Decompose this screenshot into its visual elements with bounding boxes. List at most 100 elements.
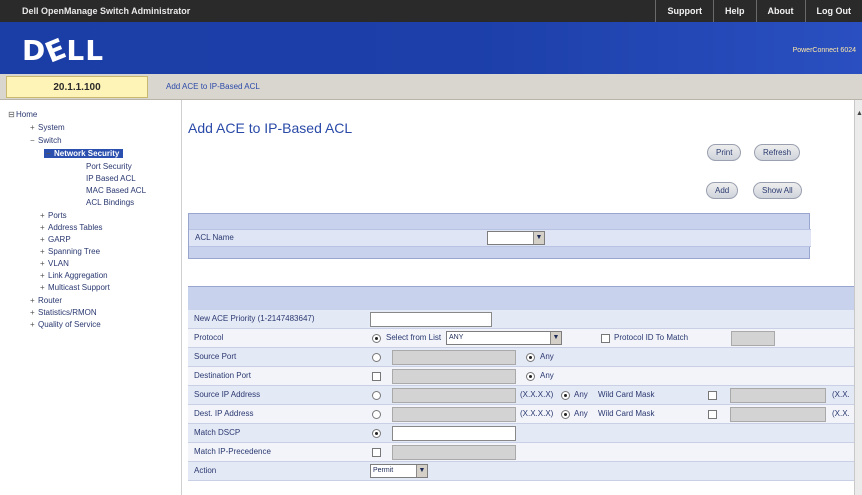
expand-icon: + [30, 320, 35, 329]
expand-icon: + [40, 283, 45, 292]
dest-ip-mask-hint: (X.X. [832, 409, 850, 418]
action-select[interactable]: Permit ▼ [370, 464, 428, 478]
dest-ip-hint: (X.X.X.X) [520, 409, 554, 418]
tree-address-tables[interactable]: + Address Tables [40, 223, 103, 232]
tree-port-security-label: Port Security [86, 162, 132, 171]
show-all-button[interactable]: Show All [753, 182, 802, 199]
acl-name-panel: ACL Name ▼ [188, 213, 811, 259]
row-action: Action Permit ▼ [188, 462, 860, 481]
add-button[interactable]: Add [706, 182, 739, 199]
folder-icon: ⊟ [8, 110, 15, 119]
dest-ip-wildcard-checkbox[interactable] [708, 410, 717, 419]
new-ace-priority-input[interactable] [370, 312, 492, 327]
tree-multicast-support-label: Multicast Support [48, 283, 110, 292]
tree-garp[interactable]: + GARP [40, 235, 71, 244]
tree-network-security[interactable]: − Network Security [44, 149, 124, 158]
tree-multicast-support[interactable]: + Multicast Support [40, 283, 110, 292]
main-content: Add ACE to IP-Based ACL Print Refresh Ad… [182, 100, 860, 495]
tree-system-label: System [38, 123, 65, 132]
source-ip-any-radio[interactable] [561, 391, 570, 400]
dest-ip-any-radio[interactable] [561, 410, 570, 419]
tree-ip-based-acl[interactable]: IP Based ACL [86, 174, 136, 183]
print-button[interactable]: Print [707, 144, 742, 161]
expand-icon: + [40, 271, 45, 280]
expand-icon: + [40, 247, 45, 256]
app-title: Dell OpenManage Switch Administrator [22, 6, 191, 16]
tree-link-aggregation-label: Link Aggregation [48, 271, 108, 280]
source-ip-any-label: Any [574, 390, 588, 399]
match-ip-precedence-radio[interactable] [372, 448, 381, 457]
row-source-ip: Source IP Address (X.X.X.X) Any Wild Car… [188, 386, 860, 405]
tree-router[interactable]: + Router [30, 296, 62, 305]
dest-ip-input[interactable] [392, 407, 516, 422]
expand-icon: + [40, 235, 45, 244]
tree-switch[interactable]: − Switch [30, 136, 62, 145]
tree-link-aggregation[interactable]: + Link Aggregation [40, 271, 108, 280]
source-port-input[interactable] [392, 350, 516, 365]
tree-ports[interactable]: + Ports [40, 211, 67, 220]
source-ip-wildcard-checkbox[interactable] [708, 391, 717, 400]
tree-quality-of-service[interactable]: + Quality of Service [30, 320, 101, 329]
tree-router-label: Router [38, 296, 63, 305]
protocol-select-from-list-radio[interactable] [372, 334, 381, 343]
row-destination-port: Destination Port Any [188, 367, 860, 386]
source-ip-label: Source IP Address [194, 390, 261, 399]
tree-port-security[interactable]: Port Security [86, 162, 132, 171]
device-ip: 20.1.1.100 [6, 76, 148, 98]
row-dest-ip: Dest. IP Address (X.X.X.X) Any Wild Card… [188, 405, 860, 424]
tree-address-tables-label: Address Tables [48, 223, 103, 232]
dest-ip-value-radio[interactable] [372, 410, 381, 419]
protocol-id-to-match-label: Protocol ID To Match [614, 333, 689, 342]
row-match-dscp: Match DSCP [188, 424, 860, 443]
tree-ip-based-acl-label: IP Based ACL [86, 174, 136, 183]
support-link[interactable]: Support [655, 0, 713, 22]
source-ip-wildcard-label: Wild Card Mask [598, 390, 655, 399]
breadcrumb: Add ACE to IP-Based ACL [166, 82, 260, 91]
protocol-id-checkbox[interactable] [601, 334, 610, 343]
dropdown-arrow-icon: ▼ [416, 465, 427, 477]
source-ip-value-radio[interactable] [372, 391, 381, 400]
page-title: Add ACE to IP-Based ACL [188, 120, 353, 136]
tree-spanning-tree[interactable]: + Spanning Tree [40, 247, 100, 256]
vertical-scrollbar[interactable]: ▲ [854, 100, 862, 495]
tree-switch-label: Switch [38, 136, 62, 145]
tree-system[interactable]: + System [30, 123, 65, 132]
help-link[interactable]: Help [712, 0, 756, 22]
source-ip-wildcard-input[interactable] [730, 388, 826, 403]
tree-mac-based-acl[interactable]: MAC Based ACL [86, 186, 146, 195]
acl-name-select[interactable]: ▼ [487, 231, 545, 245]
tree-statistics-rmon[interactable]: + Statistics/RMON [30, 308, 97, 317]
about-link[interactable]: About [755, 0, 805, 22]
protocol-label: Protocol [194, 333, 224, 342]
source-port-any-radio[interactable] [526, 353, 535, 362]
tree-ports-label: Ports [48, 211, 67, 220]
match-dscp-input[interactable] [392, 426, 516, 441]
destination-port-any-radio[interactable] [526, 372, 535, 381]
tree-acl-bindings[interactable]: ACL Bindings [86, 198, 134, 207]
protocol-select[interactable]: ANY ▼ [446, 331, 562, 345]
tree-statistics-rmon-label: Statistics/RMON [38, 308, 97, 317]
logout-link[interactable]: Log Out [804, 0, 862, 22]
tree-mac-based-acl-label: MAC Based ACL [86, 186, 147, 195]
match-ip-precedence-input[interactable] [392, 445, 516, 460]
source-ip-input[interactable] [392, 388, 516, 403]
row-source-port: Source Port Any [188, 348, 860, 367]
destination-port-label: Destination Port [194, 371, 251, 380]
expand-icon: + [30, 123, 35, 132]
destination-port-value-radio[interactable] [372, 372, 381, 381]
top-links: Support Help About Log Out [655, 0, 862, 22]
dest-ip-wildcard-input[interactable] [730, 407, 826, 422]
refresh-button[interactable]: Refresh [754, 144, 801, 161]
tree-vlan[interactable]: + VLAN [40, 259, 69, 268]
source-ip-hint: (X.X.X.X) [520, 390, 554, 399]
destination-port-input[interactable] [392, 369, 516, 384]
tree-quality-of-service-label: Quality of Service [38, 320, 101, 329]
dell-logo: DELL [22, 31, 105, 70]
row-protocol: Protocol Select from List ANY ▼ Protocol… [188, 329, 860, 348]
scroll-up-icon[interactable]: ▲ [856, 110, 862, 117]
match-dscp-radio[interactable] [372, 429, 381, 438]
source-port-value-radio[interactable] [372, 353, 381, 362]
protocol-id-input[interactable] [731, 331, 775, 346]
dropdown-arrow-icon: ▼ [533, 232, 544, 244]
tree-home[interactable]: ⊟Home [8, 110, 37, 119]
